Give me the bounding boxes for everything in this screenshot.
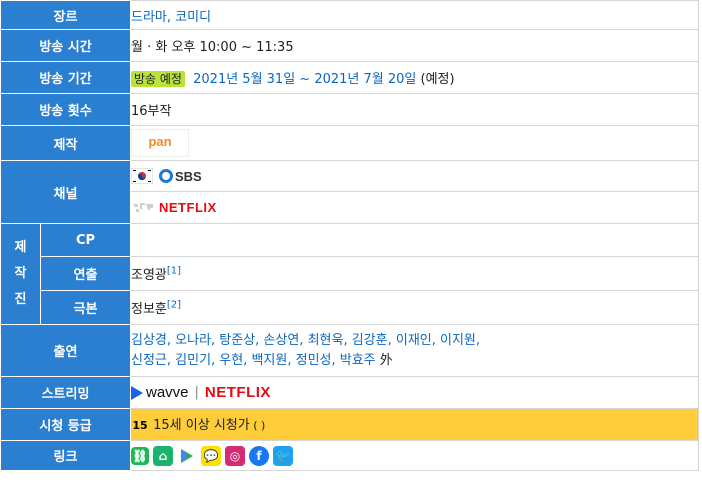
row-channel-sbs: 채널 SBS	[0, 160, 699, 224]
row-airtime: 방송 시간 월 · 화 오후 10:00 ~ 11:35	[0, 29, 699, 62]
cast-line-2[interactable]: 신정근, 김민기, 우현, 백지원, 정민성, 박효주	[131, 353, 376, 368]
instagram-icon[interactable]: ◎	[225, 445, 245, 466]
status-badge: 방송 예정	[131, 71, 185, 87]
production-label: 제작	[0, 125, 131, 161]
facebook-icon[interactable]: f	[249, 445, 269, 466]
google-play-icon[interactable]	[177, 445, 197, 466]
cast-line-1[interactable]: 김상경, 오나라, 탕준상, 손상연, 최현욱, 김강훈, 이재인, 이지원,	[131, 333, 480, 348]
row-links: 링크 ⛓ ⌂ 💬 ◎ f 🐦	[0, 440, 699, 471]
rating-15-icon: 15	[131, 417, 149, 435]
director-label: 연출	[40, 256, 131, 291]
cast-label: 출연	[0, 324, 131, 377]
row-cast: 출연 김상경, 오나라, 탕준상, 손상연, 최현욱, 김강훈, 이재인, 이지…	[0, 324, 699, 377]
writer-value: 정보훈[2]	[130, 290, 699, 325]
channel-label: 채널	[0, 160, 131, 224]
airtime-label: 방송 시간	[0, 29, 131, 62]
links-value: ⛓ ⌂ 💬 ◎ f 🐦	[130, 440, 699, 471]
writer-label: 극본	[40, 290, 131, 325]
netflix-logo[interactable]: NETFLIX	[159, 200, 217, 215]
genre-label: 장르	[0, 0, 131, 30]
link-chain-icon[interactable]: ⛓	[131, 446, 149, 465]
row-director: 연출 조영광[1]	[1, 256, 699, 291]
period-note: (예정)	[416, 72, 455, 87]
wavve-play-icon	[131, 385, 143, 400]
wavve-logo[interactable]: wavve	[131, 384, 189, 401]
channel-sbs: SBS	[130, 160, 699, 192]
cast-suffix: 外	[375, 352, 393, 368]
world-map-icon	[131, 199, 157, 216]
rating-text: 15세 이상 시청가	[153, 418, 250, 433]
writer-name: 정보훈	[131, 302, 167, 317]
period-label: 방송 기간	[0, 61, 131, 94]
links-label: 링크	[0, 440, 131, 471]
korea-flag-icon	[130, 167, 154, 185]
infobox-table: 장르 드라마, 코미디 방송 시간 월 · 화 오후 10:00 ~ 11:35…	[0, 0, 699, 471]
cast-value: 김상경, 오나라, 탕준상, 손상연, 최현욱, 김강훈, 이재인, 이지원, …	[130, 324, 699, 377]
row-genre: 장르 드라마, 코미디	[0, 0, 699, 30]
row-episodes: 방송 횟수 16부작	[0, 93, 699, 126]
row-period: 방송 기간 방송 예정 2021년 5월 31일 ~ 2021년 7월 20일 …	[0, 61, 699, 94]
episodes-value: 16부작	[130, 93, 699, 126]
genre-link[interactable]: 드라마, 코미디	[131, 10, 211, 25]
rating-value: 15 15세 이상 시청가 ( )	[130, 408, 699, 441]
writer-ref-link[interactable]: [2]	[167, 300, 181, 311]
rating-extra: ( )	[249, 419, 266, 432]
staff-label: 제 작 진	[0, 223, 41, 325]
production-value: pan	[130, 125, 699, 161]
sbs-logo[interactable]: SBS	[159, 169, 202, 184]
streaming-separator: |	[194, 385, 199, 400]
kakao-talk-icon[interactable]: 💬	[201, 445, 221, 466]
streaming-value: wavve | NETFLIX	[130, 376, 699, 409]
channel-netflix: NETFLIX	[130, 191, 699, 224]
episodes-label: 방송 횟수	[0, 93, 131, 126]
row-rating: 시청 등급 15 15세 이상 시청가 ( )	[0, 408, 699, 441]
streaming-label: 스트리밍	[0, 376, 131, 409]
cp-value	[130, 223, 699, 257]
row-production: 제작 pan	[0, 125, 699, 161]
wavve-text: wavve	[146, 384, 189, 401]
pan-logo[interactable]: pan	[131, 129, 189, 157]
staff-char-1: 제	[14, 240, 27, 255]
director-name: 조영광	[131, 268, 167, 283]
period-value: 방송 예정 2021년 5월 31일 ~ 2021년 7월 20일 (예정)	[130, 61, 699, 94]
netflix-streaming-logo[interactable]: NETFLIX	[205, 384, 271, 401]
director-value: 조영광[1]	[130, 256, 699, 291]
director-ref-link[interactable]: [1]	[167, 266, 181, 277]
cp-label: CP	[40, 223, 131, 257]
sbs-ring-icon	[159, 169, 173, 183]
period-dates-link[interactable]: 2021년 5월 31일 ~ 2021년 7월 20일	[193, 72, 416, 87]
staff-char-3: 진	[14, 292, 27, 307]
genre-value: 드라마, 코미디	[130, 0, 699, 30]
rating-label: 시청 등급	[0, 408, 131, 441]
row-cp: 제 작 진 CP	[0, 223, 699, 325]
sbs-text: SBS	[175, 168, 202, 184]
twitter-icon[interactable]: 🐦	[273, 445, 293, 466]
home-icon[interactable]: ⌂	[153, 445, 173, 466]
staff-char-2: 작	[14, 266, 27, 281]
airtime-value: 월 · 화 오후 10:00 ~ 11:35	[130, 29, 699, 62]
row-streaming: 스트리밍 wavve | NETFLIX	[0, 376, 699, 409]
row-writer: 극본 정보훈[2]	[1, 290, 699, 325]
